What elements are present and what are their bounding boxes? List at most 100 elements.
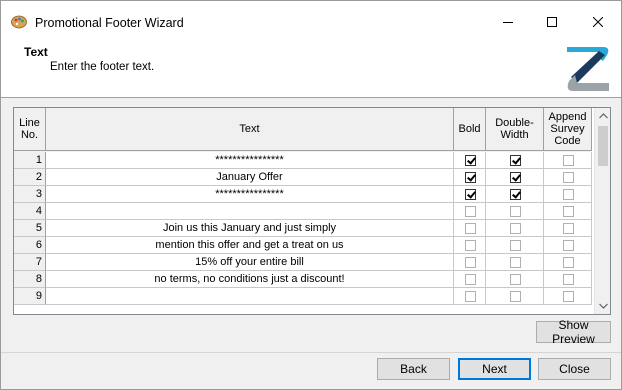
table-row: 3 **************** bbox=[14, 186, 592, 203]
text-cell[interactable]: **************** bbox=[46, 186, 454, 203]
append-survey-code-cell bbox=[544, 271, 592, 288]
close-button[interactable]: Close bbox=[538, 358, 611, 380]
append-survey-code-checkbox[interactable] bbox=[563, 155, 574, 166]
table-row: 8 no terms, no conditions just a discount… bbox=[14, 271, 592, 288]
table-row: 7 15% off your entire bill bbox=[14, 254, 592, 271]
double-width-checkbox[interactable] bbox=[510, 291, 521, 302]
append-survey-code-checkbox[interactable] bbox=[563, 172, 574, 183]
double-width-cell bbox=[486, 203, 544, 220]
table-row: 6 mention this offer and get a treat on u… bbox=[14, 237, 592, 254]
col-header-text: Text bbox=[46, 108, 454, 151]
footer-separator bbox=[1, 352, 621, 353]
line-number-cell: 6 bbox=[14, 237, 46, 254]
line-number-cell: 7 bbox=[14, 254, 46, 271]
bold-cell bbox=[454, 169, 486, 186]
double-width-checkbox[interactable] bbox=[510, 189, 521, 200]
grid-header: Line No. Text Bold Double-Width Append S… bbox=[14, 108, 592, 152]
bold-cell bbox=[454, 186, 486, 203]
bold-cell bbox=[454, 220, 486, 237]
col-header-line-no: Line No. bbox=[14, 108, 46, 151]
append-survey-code-cell bbox=[544, 186, 592, 203]
append-survey-code-checkbox[interactable] bbox=[563, 257, 574, 268]
append-survey-code-checkbox[interactable] bbox=[563, 206, 574, 217]
text-cell[interactable] bbox=[46, 288, 454, 305]
bold-checkbox[interactable] bbox=[465, 291, 476, 302]
line-number-cell: 1 bbox=[14, 152, 46, 169]
double-width-checkbox[interactable] bbox=[510, 206, 521, 217]
append-survey-code-checkbox[interactable] bbox=[563, 240, 574, 251]
grid-vertical-scrollbar[interactable] bbox=[594, 108, 610, 314]
line-number-cell: 3 bbox=[14, 186, 46, 203]
table-row: 1 **************** bbox=[14, 152, 592, 169]
bold-checkbox[interactable] bbox=[465, 155, 476, 166]
double-width-cell bbox=[486, 169, 544, 186]
append-survey-code-cell bbox=[544, 203, 592, 220]
next-button[interactable]: Next bbox=[458, 358, 531, 380]
wizard-header: Text Enter the footer text. bbox=[1, 43, 621, 98]
maximize-button[interactable] bbox=[529, 1, 575, 43]
page-subtitle: Enter the footer text. bbox=[50, 61, 155, 73]
table-row: 9 bbox=[14, 288, 592, 305]
double-width-checkbox[interactable] bbox=[510, 223, 521, 234]
bold-cell bbox=[454, 203, 486, 220]
append-survey-code-cell bbox=[544, 254, 592, 271]
text-cell[interactable]: January Offer bbox=[46, 169, 454, 186]
text-cell[interactable]: **************** bbox=[46, 152, 454, 169]
double-width-checkbox[interactable] bbox=[510, 240, 521, 251]
bold-cell bbox=[454, 152, 486, 169]
text-cell[interactable]: Join us this January and just simply bbox=[46, 220, 454, 237]
text-cell[interactable]: 15% off your entire bill bbox=[46, 254, 454, 271]
append-survey-code-checkbox[interactable] bbox=[563, 274, 574, 285]
window-title: Promotional Footer Wizard bbox=[35, 16, 184, 30]
bold-checkbox[interactable] bbox=[465, 257, 476, 268]
text-cell[interactable] bbox=[46, 203, 454, 220]
double-width-cell bbox=[486, 237, 544, 254]
table-row: 2 January Offer bbox=[14, 169, 592, 186]
col-header-append-survey-code: Append Survey Code bbox=[544, 108, 592, 151]
scroll-thumb[interactable] bbox=[598, 126, 608, 166]
minimize-button[interactable] bbox=[485, 1, 531, 43]
append-survey-code-cell bbox=[544, 237, 592, 254]
append-survey-code-checkbox[interactable] bbox=[563, 291, 574, 302]
footer-text-grid: Line No. Text Bold Double-Width Append S… bbox=[13, 107, 611, 315]
bold-checkbox[interactable] bbox=[465, 189, 476, 200]
double-width-checkbox[interactable] bbox=[510, 155, 521, 166]
bold-checkbox[interactable] bbox=[465, 274, 476, 285]
scroll-down-icon[interactable] bbox=[595, 298, 610, 314]
bold-checkbox[interactable] bbox=[465, 206, 476, 217]
double-width-cell bbox=[486, 186, 544, 203]
bold-checkbox[interactable] bbox=[465, 172, 476, 183]
back-button[interactable]: Back bbox=[377, 358, 450, 380]
double-width-cell bbox=[486, 288, 544, 305]
append-survey-code-cell bbox=[544, 288, 592, 305]
double-width-checkbox[interactable] bbox=[510, 172, 521, 183]
page-title: Text bbox=[24, 45, 48, 59]
bold-checkbox[interactable] bbox=[465, 223, 476, 234]
double-width-cell bbox=[486, 220, 544, 237]
col-header-bold: Bold bbox=[454, 108, 486, 151]
append-survey-code-cell bbox=[544, 152, 592, 169]
line-number-cell: 9 bbox=[14, 288, 46, 305]
line-number-cell: 2 bbox=[14, 169, 46, 186]
table-row: 5 Join us this January and just simply bbox=[14, 220, 592, 237]
double-width-cell bbox=[486, 254, 544, 271]
col-header-double-width: Double-Width bbox=[486, 108, 544, 151]
text-cell[interactable]: no terms, no conditions just a discount! bbox=[46, 271, 454, 288]
line-number-cell: 5 bbox=[14, 220, 46, 237]
close-window-button[interactable] bbox=[575, 1, 621, 43]
line-number-cell: 4 bbox=[14, 203, 46, 220]
show-preview-button[interactable]: Show Preview bbox=[536, 318, 611, 346]
wizard-window: Promotional Footer Wizard Text Enter the… bbox=[0, 0, 622, 390]
double-width-checkbox[interactable] bbox=[510, 257, 521, 268]
double-width-checkbox[interactable] bbox=[510, 274, 521, 285]
double-width-cell bbox=[486, 152, 544, 169]
paint-palette-icon bbox=[11, 15, 27, 29]
bold-checkbox[interactable] bbox=[465, 240, 476, 251]
text-cell[interactable]: mention this offer and get a treat on us bbox=[46, 237, 454, 254]
scroll-up-icon[interactable] bbox=[595, 108, 610, 124]
bold-cell bbox=[454, 288, 486, 305]
append-survey-code-checkbox[interactable] bbox=[563, 223, 574, 234]
table-row: 4 bbox=[14, 203, 592, 220]
append-survey-code-checkbox[interactable] bbox=[563, 189, 574, 200]
bold-cell bbox=[454, 254, 486, 271]
